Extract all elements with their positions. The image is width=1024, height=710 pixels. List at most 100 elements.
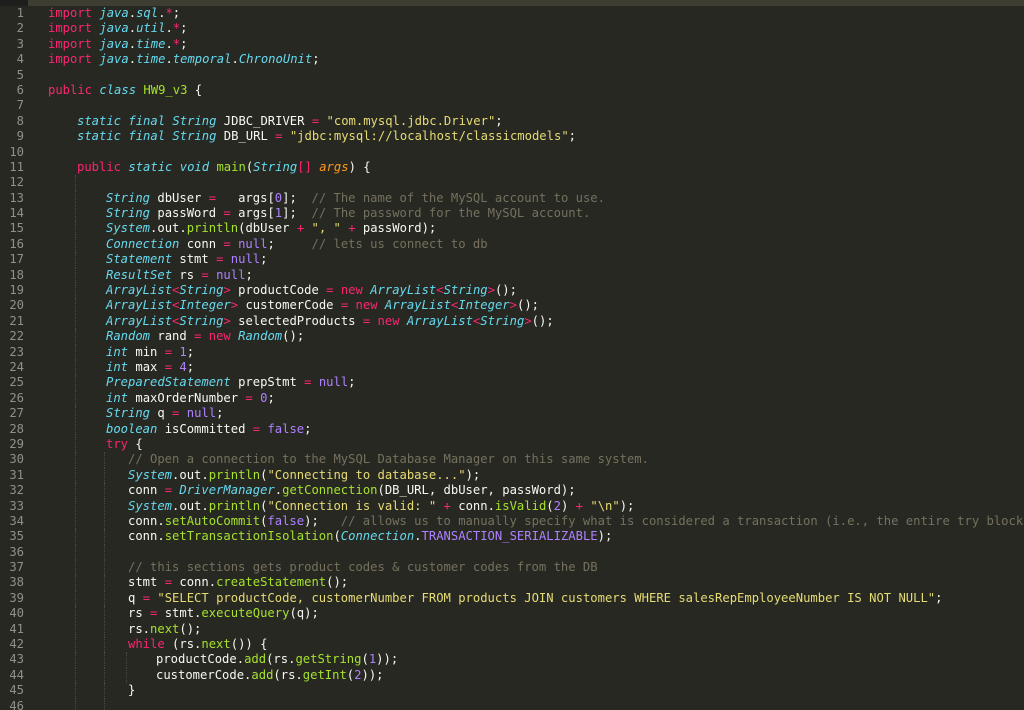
code-token: setTransactionIsolation — [164, 529, 334, 544]
code-token: String — [179, 283, 224, 298]
code-line[interactable]: 18 ResultSet rs = null; — [0, 267, 1024, 284]
code-line[interactable]: 37 // this sections gets product codes & … — [0, 560, 1024, 576]
code-line[interactable]: 6 public class HW9_v3 { — [0, 83, 1024, 98]
code-line[interactable]: 3 import java.time.*; — [0, 37, 1024, 52]
code-line[interactable]: 17 Statement stmt = null; — [0, 252, 1024, 268]
code-text: System.out.println(dbUser + ", " + passW… — [106, 221, 436, 236]
code-token: // lets us connect to db — [311, 236, 488, 251]
code-line[interactable]: 10 — [0, 145, 1024, 160]
code-token: productCode. — [156, 652, 245, 667]
line-number: 24 — [9, 359, 24, 374]
code-line[interactable]: 21 ArrayList<String> selectedProducts = n… — [0, 313, 1024, 330]
code-line[interactable]: 23 int min = 1; — [0, 344, 1024, 360]
code-token: null — [238, 236, 268, 251]
code-token: > — [509, 298, 517, 313]
code-token: rand — [150, 329, 195, 344]
code-token: . — [165, 52, 173, 67]
code-text: ArrayList<String> productCode = new Arra… — [106, 283, 517, 298]
code-token: conn. — [128, 513, 165, 528]
code-line[interactable]: 27 String q = null; — [0, 406, 1024, 422]
code-line[interactable]: 14 String passWord = args[1]; // The pass… — [0, 206, 1024, 222]
code-token: null — [230, 252, 261, 267]
code-token: false — [267, 513, 305, 528]
code-line[interactable]: 44 customerCode.add(rs.getInt(2)); — [0, 667, 1024, 684]
code-line[interactable]: 15 System.out.println(dbUser + ", " + pas… — [0, 221, 1024, 237]
code-text: int maxOrderNumber = 0; — [106, 391, 275, 406]
code-line[interactable]: 34 conn.setAutoCommit(false); // allows u… — [0, 513, 1024, 530]
code-token: println — [208, 498, 261, 513]
code-line[interactable]: 26 int maxOrderNumber = 0; — [0, 390, 1024, 407]
code-line[interactable]: 39 q = "SELECT productCode, customerNumbe… — [0, 590, 1024, 607]
code-token: stmt — [128, 575, 165, 590]
code-token: temporal — [172, 52, 232, 67]
code-line[interactable]: 19 ArrayList<String> productCode = new Ar… — [0, 283, 1024, 299]
code-token: Integer — [179, 298, 231, 313]
code-line[interactable]: 31 System.out.println("Connecting to data… — [0, 467, 1024, 484]
code-token: (); — [282, 329, 305, 344]
indent-guide — [75, 529, 76, 545]
code-token: next — [150, 621, 180, 636]
code-line[interactable]: 13 String dbUser = args[0]; // The name o… — [0, 190, 1024, 207]
code-editor[interactable]: 1 import java.sql.*; 2 import java.util.*; 3… — [0, 6, 1024, 710]
code-token: ; — [216, 406, 224, 421]
indent-guide — [104, 683, 105, 699]
line-number: 30 — [9, 452, 24, 467]
code-text: String q = null; — [106, 406, 223, 421]
line-number: 25 — [9, 375, 24, 390]
code-line[interactable]: 22 Random rand = new Random(); — [0, 329, 1024, 345]
code-token: = — [223, 236, 231, 251]
code-line[interactable]: 38 stmt = conn.createStatement(); — [0, 575, 1024, 591]
code-text: ArrayList<Integer> customerCode = new Ar… — [106, 298, 539, 313]
line-number: 34 — [9, 513, 24, 528]
code-line[interactable]: 25 PreparedStatement prepStmt = null; — [0, 375, 1024, 391]
code-token: > — [223, 283, 231, 298]
code-line[interactable]: 2 import java.util.*; — [0, 21, 1024, 36]
code-line[interactable]: 9 static final String DB_URL = "jdbc:mysq… — [0, 129, 1024, 144]
code-line[interactable]: 1 import java.sql.*; — [0, 6, 1024, 21]
indent-guide — [75, 667, 76, 684]
code-token: > — [223, 313, 231, 328]
code-line[interactable]: 16 Connection conn = null; // lets us con… — [0, 236, 1024, 253]
code-line[interactable]: 40 rs = stmt.executeQuery(q); — [0, 606, 1024, 622]
code-line[interactable]: 33 System.out.println ("Connection is vali… — [0, 498, 1024, 514]
code-text: q = "SELECT productCode, customerNumber … — [128, 591, 943, 606]
code-line[interactable]: 24 int max = 4; — [0, 359, 1024, 376]
indent-guide — [75, 698, 76, 710]
code-line[interactable]: 7 — [0, 98, 1024, 113]
code-line[interactable]: 8 static final String JDBC_DRIVER = "com.… — [0, 114, 1024, 129]
code-line[interactable]: 41 rs.next(); — [0, 621, 1024, 638]
code-token: passWord — [150, 206, 224, 221]
indent-guide — [75, 267, 76, 284]
code-line[interactable]: 11 public static void main(String[] args)… — [0, 160, 1024, 175]
code-line[interactable]: 36 — [0, 544, 1024, 561]
code-token: ; — [312, 52, 320, 67]
code-token: public — [48, 82, 93, 97]
code-token: int — [106, 390, 129, 405]
code-line[interactable]: 29 try { — [0, 436, 1024, 453]
code-line[interactable]: 20 ArrayList<Integer> customerCode = new … — [0, 298, 1024, 314]
code-token: sql — [136, 6, 159, 20]
code-line[interactable]: 42 while (rs.next()) { — [0, 637, 1024, 653]
code-line[interactable]: 5 — [0, 68, 1024, 83]
code-token: min — [128, 344, 165, 359]
code-line[interactable]: 12 — [0, 175, 1024, 191]
code-line[interactable]: 46 — [0, 698, 1024, 710]
code-line[interactable]: 35 conn.setTransactionIsolation(Connectio… — [0, 529, 1024, 545]
code-line[interactable]: 4 import java.time.temporal.ChronoUnit; — [0, 52, 1024, 67]
code-line[interactable]: 30 // Open a connection to the MySQL Data… — [0, 452, 1024, 468]
code-line[interactable]: 32 conn = DriverManager.getConnection(DB_… — [0, 483, 1024, 499]
code-token: passWord); — [355, 221, 437, 236]
code-token: String — [106, 406, 151, 421]
code-line[interactable]: 43 productCode.add(rs.getString(1)); — [0, 652, 1024, 668]
code-text: String dbUser = args[0]; // The name of … — [106, 191, 605, 206]
indent-guide — [75, 252, 76, 268]
code-text: int max = 4; — [106, 360, 194, 375]
line-number: 21 — [9, 313, 24, 328]
code-text: ArrayList<String> selectedProducts = new… — [106, 314, 554, 329]
code-token: prepStmt — [230, 375, 305, 390]
code-line[interactable]: 28 boolean isCommitted = false; — [0, 421, 1024, 437]
code-line[interactable]: 45} — [0, 683, 1024, 699]
